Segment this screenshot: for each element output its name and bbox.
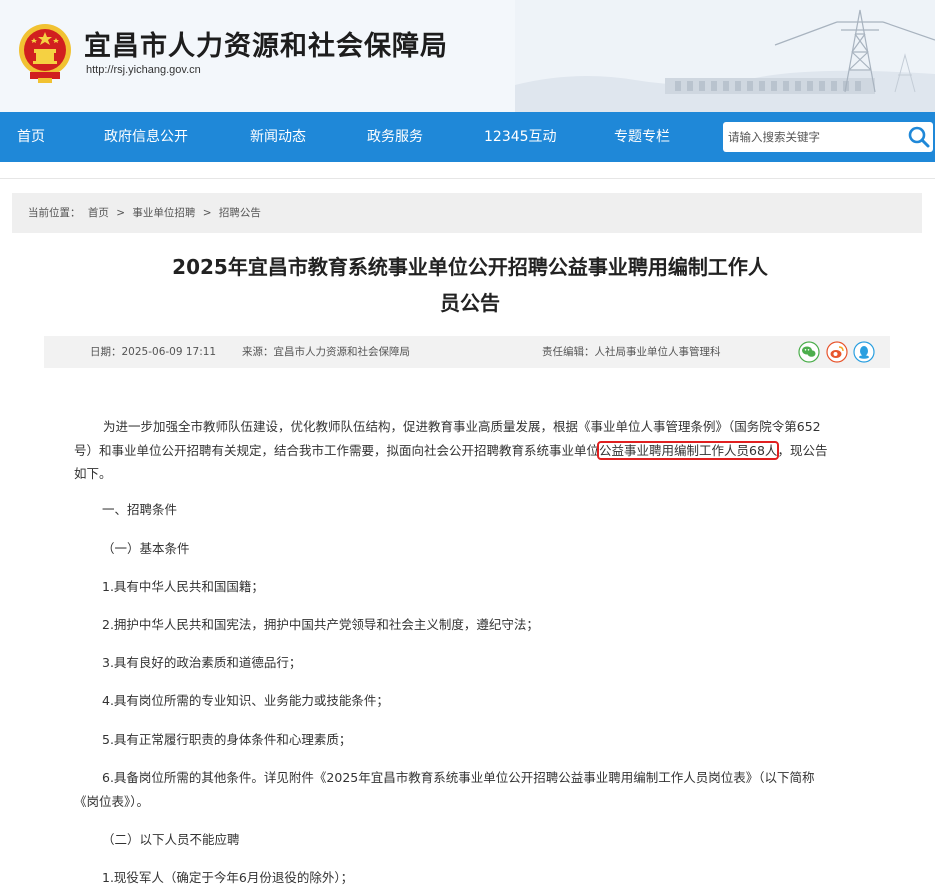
subsection-basic-conditions: （一）基本条件 [102, 541, 190, 556]
breadcrumb-notice[interactable]: 招聘公告 [219, 207, 261, 219]
article-title-line2: 员公告 [440, 291, 500, 315]
site-title[interactable]: 宜昌市人力资源和社会保障局 [84, 24, 448, 63]
breadcrumb-recruitment[interactable]: 事业单位招聘 [132, 207, 195, 219]
condition-6-line2: 《岗位表》）。 [74, 794, 150, 809]
intro-line2-text: 号）和事业单位公开招聘有关规定，结合我市工作需要，拟面向社会公开招聘教育系统事业… [74, 443, 600, 458]
condition-6-line1: 6.具备岗位所需的其他条件。详见附件《2025年宜昌市教育系统事业单位公开招聘公… [102, 770, 815, 785]
article-source: 来源：宜昌市人力资源和社会保障局 [242, 346, 410, 358]
main-nav: 首页 政府信息公开 新闻动态 政务服务 12345互动 专题专栏 [0, 112, 935, 162]
nav-item-services[interactable]: 政务服务 [367, 112, 423, 162]
article-meta: 日期：2025-06-09 17:11 来源：宜昌市人力资源和社会保障局 责任编… [44, 336, 890, 368]
wechat-icon[interactable] [798, 341, 820, 363]
ineligible-1: 1.现役军人（确定于今年6月份退役的除外）； [102, 870, 354, 885]
nav-item-news[interactable]: 新闻动态 [250, 112, 306, 162]
site-header: 宜昌市人力资源和社会保障局 http://rsj.yichang.gov.cn [0, 0, 935, 112]
condition-3: 3.具有良好的政治素质和道德品行； [102, 655, 302, 670]
qq-icon[interactable] [853, 341, 875, 363]
nav-item-12345[interactable]: 12345互动 [484, 112, 557, 162]
nav-item-gov-info[interactable]: 政府信息公开 [104, 112, 188, 162]
intro-line2: 号）和事业单位公开招聘有关规定，结合我市工作需要，拟面向社会公开招聘教育系统事业… [74, 439, 854, 463]
intro-line3: 如下。 [74, 466, 112, 481]
search-icon[interactable] [907, 125, 931, 149]
nav-item-home[interactable]: 首页 [17, 112, 45, 162]
condition-2: 2.拥护中华人民共和国宪法，拥护中国共产党领导和社会主义制度，遵纪守法； [102, 617, 539, 632]
breadcrumb-separator: > [202, 207, 212, 219]
breadcrumb: 当前位置： 首页 > 事业单位招聘 > 招聘公告 [12, 193, 922, 233]
site-url: http://rsj.yichang.gov.cn [86, 64, 201, 76]
breadcrumb-separator: > [116, 207, 125, 219]
publish-date: 日期：2025-06-09 17:11 [90, 346, 217, 358]
intro-line1: 为进一步加强全市教师队伍建设，优化教师队伍结构，促进教育事业高质量发展，根据《事… [103, 419, 821, 434]
dam-skyline-illustration [515, 0, 935, 112]
breadcrumb-label: 当前位置： [28, 207, 81, 219]
national-emblem-icon[interactable] [16, 22, 74, 84]
article-editor: 责任编辑：人社局事业单位人事管理科 [542, 346, 721, 358]
nav-item-topics[interactable]: 专题专栏 [614, 112, 670, 162]
article-title: 2025年宜昌市教育系统事业单位公开招聘公益事业聘用编制工作人 员公告 [120, 249, 820, 321]
search-box [723, 122, 933, 152]
condition-4: 4.具有岗位所需的专业知识、业务能力或技能条件； [102, 693, 389, 708]
breadcrumb-home[interactable]: 首页 [88, 207, 109, 219]
intro-line2-end: ，现公告 [777, 443, 828, 458]
subsection-ineligible: （二）以下人员不能应聘 [102, 832, 240, 847]
section-heading-conditions: 一、招聘条件 [102, 502, 178, 517]
search-input[interactable] [723, 122, 903, 152]
highlighted-quota: 公益事业聘用编制工作人员68人 [597, 441, 780, 460]
weibo-icon[interactable] [826, 341, 848, 363]
condition-1: 1.具有中华人民共和国国籍； [102, 579, 264, 594]
condition-5: 5.具有正常履行职责的身体条件和心理素质； [102, 732, 352, 747]
article-title-line1: 2025年宜昌市教育系统事业单位公开招聘公益事业聘用编制工作人 [172, 255, 768, 279]
